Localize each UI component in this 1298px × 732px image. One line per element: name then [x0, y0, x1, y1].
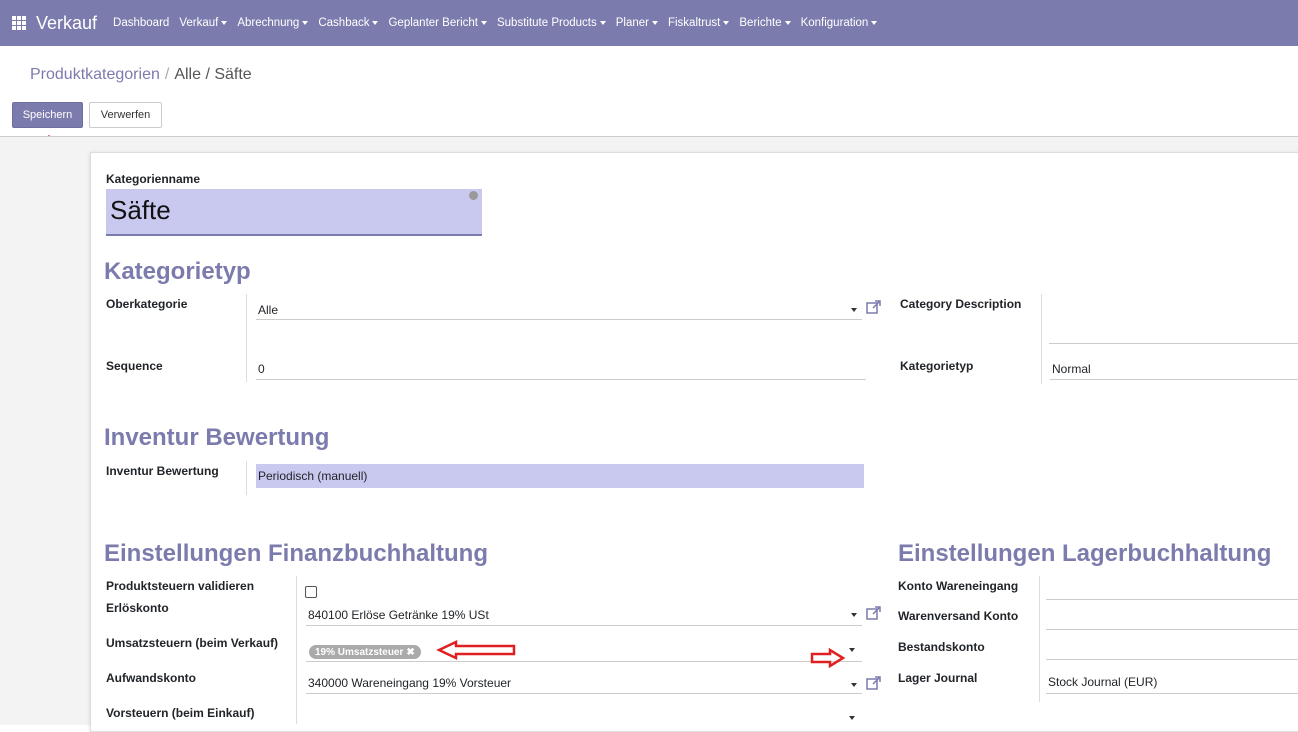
section-title-lagerbuchhaltung: Einstellungen Lagerbuchhaltung — [898, 540, 1272, 567]
aufwandskonto-value: 340000 Wareneingang 19% Vorsteuer — [308, 675, 512, 690]
dropdown-caret-icon[interactable] — [851, 308, 857, 312]
bestandskonto-label: Bestandskonto — [898, 640, 985, 654]
umsatzsteuern-label: Umsatzsteuern (beim Verkauf) — [106, 636, 279, 650]
category-description-label: Category Description — [900, 297, 1022, 311]
lager-journal-label: Lager Journal — [898, 671, 978, 685]
menu-item-abrechnung[interactable]: Abrechnung — [237, 17, 309, 29]
section-title-finanzbuchhaltung: Einstellungen Finanzbuchhaltung — [104, 540, 488, 567]
oberkategorie-field[interactable]: Alle — [256, 300, 862, 320]
annotation-arrow-left-icon — [436, 640, 516, 660]
kategorietyp-label: Kategorietyp — [900, 359, 974, 373]
menu-item-konfiguration[interactable]: Konfiguration — [801, 17, 878, 29]
category-name-input[interactable]: Säfte — [106, 189, 482, 236]
kategorietyp-value: Normal — [1052, 361, 1091, 376]
globe-icon[interactable] — [469, 191, 478, 200]
menu-item-dashboard[interactable]: Dashboard — [113, 17, 169, 29]
label-separator — [1041, 294, 1042, 384]
external-link-icon[interactable] — [866, 300, 882, 314]
external-link-icon[interactable] — [866, 676, 882, 690]
caret-down-icon — [723, 20, 730, 25]
konto-wareneingang-field[interactable] — [1046, 578, 1298, 600]
breadcrumb-current: Alle / Säfte — [174, 66, 252, 83]
lager-journal-field[interactable]: Stock Journal (EUR) — [1046, 670, 1298, 694]
warenversand-field[interactable] — [1046, 608, 1298, 630]
section-title-inventur: Inventur Bewertung — [104, 424, 330, 451]
caret-down-icon — [599, 20, 606, 25]
caret-down-icon — [221, 20, 228, 25]
sequence-field[interactable]: 0 — [256, 358, 866, 380]
bestandskonto-field[interactable] — [1046, 638, 1298, 660]
tax-tag-label: 19% Umsatzsteuer — [315, 646, 404, 658]
menu-item-cashback[interactable]: Cashback — [318, 17, 379, 29]
menu-item-fiskaltrust[interactable]: Fiskaltrust — [668, 17, 730, 29]
label-separator — [296, 576, 297, 724]
caret-down-icon — [651, 20, 658, 25]
menu-item-planer[interactable]: Planer — [616, 17, 658, 29]
main-menu: Dashboard Verkauf Abrechnung Cashback Ge… — [113, 17, 887, 29]
breadcrumb: Produktkategorien / Alle / Säfte — [30, 66, 252, 84]
dropdown-caret-icon[interactable] — [851, 683, 857, 687]
breadcrumb-link[interactable]: Produktkategorien — [30, 66, 160, 83]
app-title[interactable]: Verkauf — [36, 13, 97, 34]
name-label: Kategorienname — [106, 172, 201, 186]
caret-down-icon — [302, 20, 309, 25]
konto-wareneingang-label: Konto Wareneingang — [898, 579, 1019, 593]
tax-tag[interactable]: 19% Umsatzsteuer ✖ — [309, 645, 421, 659]
menu-item-verkauf[interactable]: Verkauf — [179, 17, 228, 29]
section-title-kategorietyp: Kategorietyp — [104, 258, 251, 285]
dropdown-caret-icon[interactable] — [849, 648, 855, 652]
warenversand-label: Warenversand Konto — [898, 609, 1019, 623]
oberkategorie-value: Alle — [258, 302, 279, 317]
erloeskonto-label: Erlöskonto — [106, 601, 169, 615]
breadcrumb-separator: / — [164, 66, 170, 83]
caret-down-icon — [871, 20, 878, 25]
caret-down-icon — [372, 20, 379, 25]
caret-down-icon — [784, 20, 791, 25]
aufwandskonto-label: Aufwandskonto — [106, 671, 196, 685]
erloeskonto-value: 840100 Erlöse Getränke 19% USt — [308, 607, 489, 622]
vorsteuern-label: Vorsteuern (beim Einkauf) — [106, 706, 255, 720]
close-icon[interactable]: ✖ — [406, 647, 414, 658]
menu-item-substitute-products[interactable]: Substitute Products — [497, 17, 606, 29]
save-button[interactable]: Speichern — [12, 102, 83, 128]
kategorietyp-field[interactable]: Normal — [1050, 358, 1298, 380]
menu-item-berichte[interactable]: Berichte — [739, 17, 791, 29]
inventur-field[interactable]: Periodisch (manuell) — [256, 464, 864, 488]
label-separator — [246, 294, 247, 382]
annotation-arrow-right-icon — [810, 648, 846, 668]
lager-journal-value: Stock Journal (EUR) — [1048, 674, 1158, 689]
aufwandskonto-field[interactable]: 340000 Wareneingang 19% Vorsteuer — [306, 672, 862, 694]
inventur-value: Periodisch (manuell) — [258, 468, 368, 483]
sequence-label: Sequence — [106, 359, 163, 373]
caret-down-icon — [480, 20, 487, 25]
vorsteuern-field[interactable] — [306, 704, 862, 724]
dropdown-caret-icon[interactable] — [851, 613, 857, 617]
discard-button[interactable]: Verwerfen — [89, 102, 162, 128]
top-navbar: Verkauf Dashboard Verkauf Abrechnung Cas… — [0, 0, 1298, 46]
menu-item-geplanter-bericht[interactable]: Geplanter Bericht — [388, 17, 487, 29]
apps-grid-icon[interactable] — [12, 16, 26, 30]
oberkategorie-label: Oberkategorie — [106, 297, 188, 311]
category-description-field[interactable] — [1049, 300, 1298, 344]
produktsteuern-label: Produktsteuern validieren — [106, 579, 255, 593]
inventur-label: Inventur Bewertung — [106, 464, 219, 478]
produktsteuern-checkbox[interactable] — [305, 586, 317, 598]
label-separator — [246, 461, 247, 495]
erloeskonto-field[interactable]: 840100 Erlöse Getränke 19% USt — [306, 604, 862, 626]
external-link-icon[interactable] — [866, 606, 882, 620]
dropdown-caret-icon[interactable] — [849, 716, 855, 720]
sequence-value: 0 — [258, 361, 265, 376]
label-separator — [1039, 576, 1040, 702]
